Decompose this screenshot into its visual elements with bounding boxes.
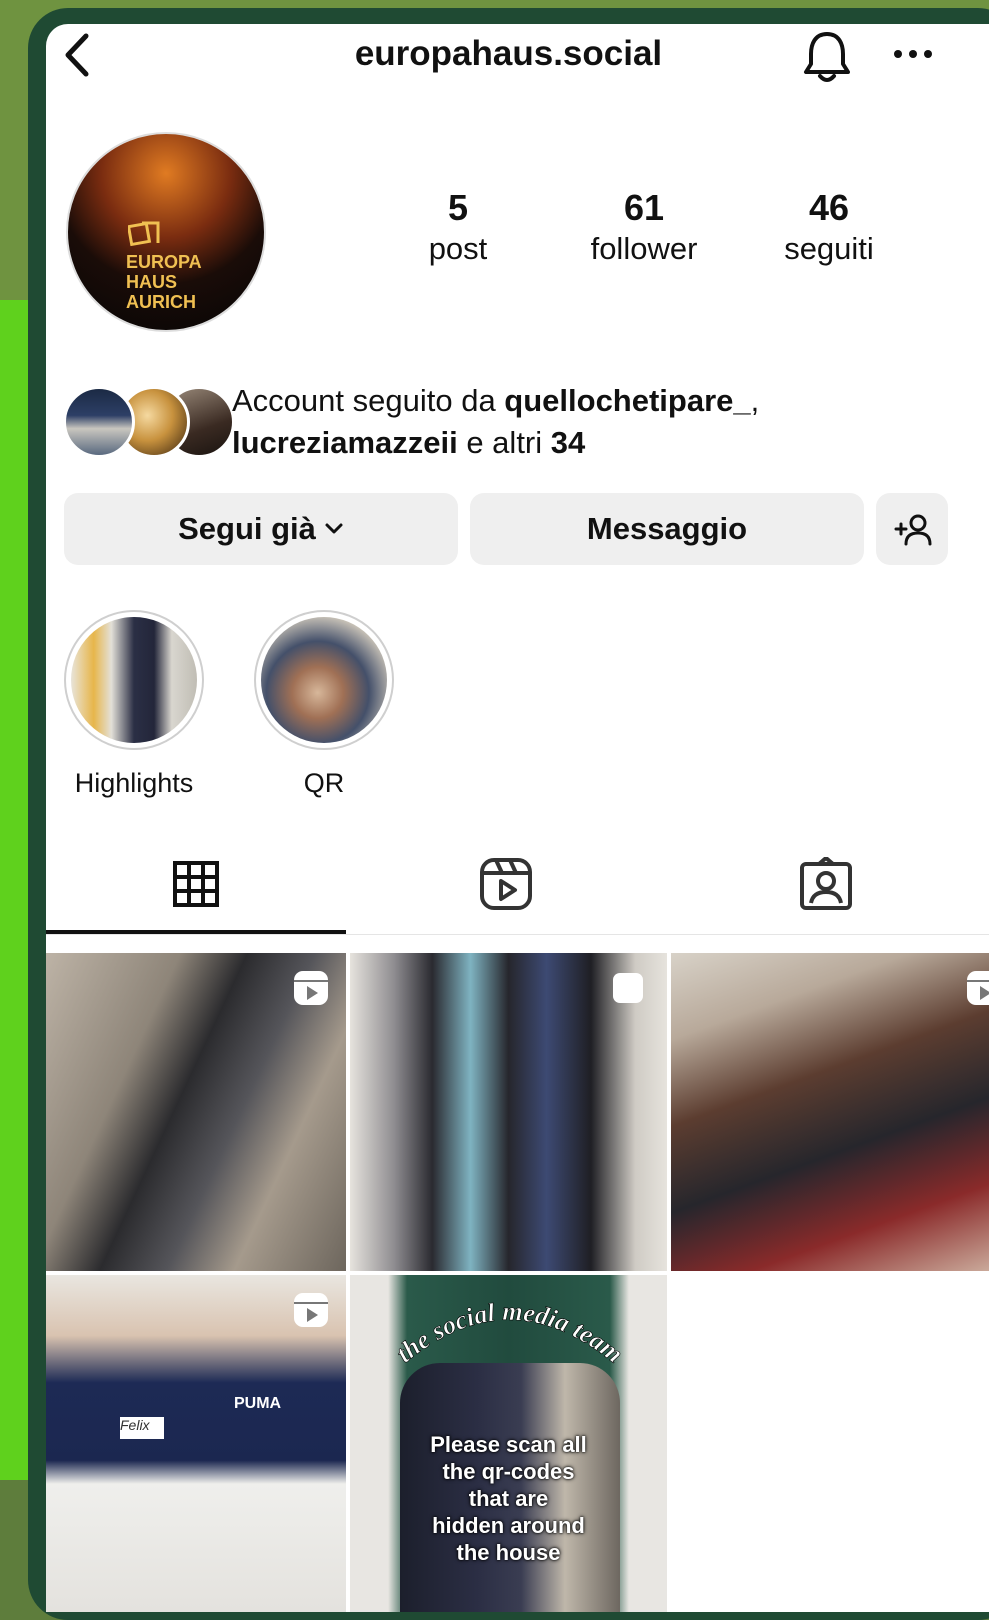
profile-screen: europahaus.social EUROPA HAUS AURICH 5 p… <box>46 24 989 1612</box>
add-user-icon <box>894 514 932 546</box>
reel-badge-icon <box>294 971 328 1005</box>
background-green-strip <box>0 300 30 1480</box>
highlight-label: Highlights <box>74 768 194 798</box>
following-button-label: Segui già <box>178 511 316 546</box>
mutual-user-1[interactable]: quellochetipare_ <box>504 383 750 418</box>
tagged-icon <box>800 857 852 910</box>
avatar-logo-text: EUROPA HAUS AURICH <box>126 252 202 312</box>
stat-following-label: seguiti <box>784 231 874 266</box>
mutual-count: 34 <box>550 425 586 460</box>
tab-divider <box>46 934 989 935</box>
reel-badge-icon <box>294 1293 328 1327</box>
highlight-ring <box>64 610 204 750</box>
stat-posts-value: 5 <box>447 187 469 228</box>
message-button-label: Messaggio <box>586 511 748 546</box>
carousel-badge-icon <box>613 973 643 1003</box>
stat-followers-value: 61 <box>623 187 665 228</box>
add-user-button[interactable] <box>876 493 948 565</box>
chevron-down-icon <box>325 523 343 534</box>
highlight-thumbnail <box>71 617 197 743</box>
hoodie-logo-text: PUMA <box>234 1395 282 1412</box>
stat-following-value: 46 <box>808 187 850 228</box>
message-button[interactable]: Messaggio <box>470 493 864 565</box>
highlight-thumbnail <box>261 617 387 743</box>
mutual-followers-text[interactable]: Account seguito da quellochetipare_, lucr… <box>232 380 932 464</box>
post-thumbnail[interactable] <box>46 953 346 1271</box>
stat-followers-label: follower <box>590 231 698 266</box>
stat-posts[interactable]: 5 post <box>378 187 538 269</box>
post-thumbnail[interactable] <box>671 953 989 1271</box>
svg-text:the social media team: the social media team <box>391 1297 629 1369</box>
post-thumbnail[interactable]: PUMA Felix <box>46 1275 346 1612</box>
stat-followers[interactable]: 61 follower <box>564 187 724 269</box>
stat-posts-label: post <box>428 231 488 266</box>
bell-icon[interactable] <box>801 28 853 84</box>
highlight-label: QR <box>303 768 345 798</box>
post-thumbnail[interactable] <box>350 953 667 1271</box>
tab-grid[interactable] <box>46 834 346 934</box>
grid-icon <box>173 861 219 907</box>
more-options-icon[interactable] <box>888 34 938 74</box>
tab-tagged[interactable] <box>676 834 976 934</box>
reel-badge-icon <box>967 971 989 1005</box>
highlight-ring <box>254 610 394 750</box>
stat-following[interactable]: 46 seguiti <box>749 187 909 269</box>
reels-icon <box>480 858 532 910</box>
post-caption: Please scan all the qr-codes that are hi… <box>430 1432 587 1565</box>
post-thumbnail[interactable]: the social media team Please scan all th… <box>350 1275 667 1612</box>
highlight-highlights[interactable]: Highlights <box>61 610 207 799</box>
mutual-user-2[interactable]: lucreziamazzeii <box>232 425 458 460</box>
name-tag: Felix <box>120 1417 164 1439</box>
profile-avatar[interactable]: EUROPA HAUS AURICH <box>66 132 266 332</box>
europahaus-logo-mark <box>128 221 160 247</box>
tab-reels[interactable] <box>356 834 656 934</box>
highlight-qr[interactable]: QR <box>251 610 397 799</box>
following-button[interactable]: Segui già <box>64 493 458 565</box>
mutual-avatar-1[interactable] <box>63 386 135 458</box>
